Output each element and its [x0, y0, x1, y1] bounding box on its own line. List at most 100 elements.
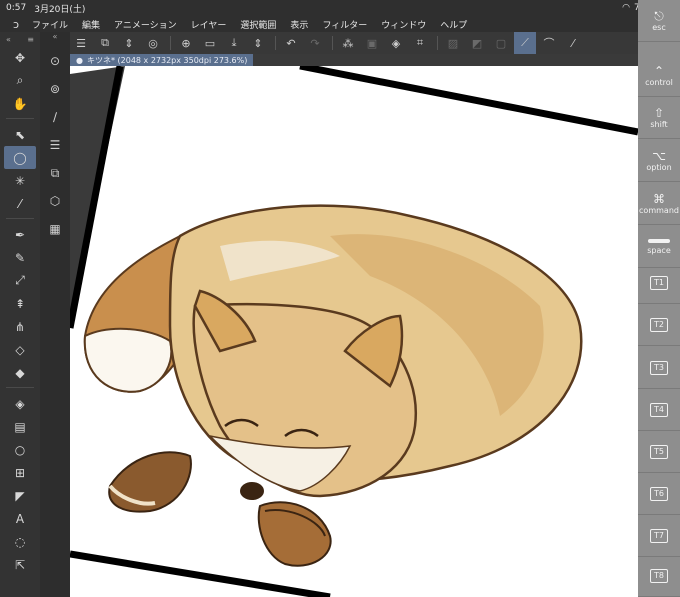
- space-key-label: space: [647, 245, 671, 255]
- fox-nose: [240, 482, 264, 500]
- divider: [6, 215, 34, 219]
- fox-paw-right: [257, 501, 332, 567]
- updown-icon[interactable]: ⇕: [118, 32, 140, 54]
- fill-selection-icon[interactable]: ◈: [385, 32, 407, 54]
- zoom-icon[interactable]: ⌕: [4, 69, 36, 92]
- updown-icon[interactable]: ⇕: [247, 32, 269, 54]
- navigator-icon[interactable]: ⊙: [42, 48, 68, 74]
- balloon-icon[interactable]: ◌: [4, 530, 36, 553]
- sub-tool-collapse[interactable]: «: [40, 32, 70, 46]
- app-logo-icon[interactable]: ↄ: [0, 18, 32, 31]
- close-icon[interactable]: ●: [76, 56, 83, 65]
- blend-icon[interactable]: ◆: [4, 361, 36, 384]
- gradient-icon[interactable]: ▤: [4, 415, 36, 438]
- airbrush-icon[interactable]: ⇞: [4, 292, 36, 315]
- t6-key[interactable]: T6: [638, 473, 680, 515]
- sub-tool-brush-icon[interactable]: ∕: [42, 104, 68, 130]
- brush-icon[interactable]: ⤢: [4, 269, 36, 292]
- t2-key-label: T2: [650, 317, 668, 332]
- menu-animation[interactable]: アニメーション: [114, 18, 177, 31]
- stroke-icon[interactable]: ⁄: [562, 32, 584, 54]
- pen-active-icon[interactable]: ⟋: [514, 32, 536, 54]
- command-key[interactable]: ⌘ command: [638, 183, 680, 225]
- control-key[interactable]: ⌃ control: [638, 55, 680, 97]
- correct-line-icon[interactable]: ⇱: [4, 553, 36, 576]
- t7-key[interactable]: T7: [638, 515, 680, 557]
- frame-icon[interactable]: ⊞: [4, 461, 36, 484]
- option-icon: ⌥: [652, 149, 666, 163]
- stabilize-icon[interactable]: ⌒: [538, 32, 560, 54]
- magic-wand-icon[interactable]: ✳: [4, 169, 36, 192]
- clear-icon[interactable]: ▣: [361, 32, 383, 54]
- lasso-icon[interactable]: ◯: [4, 146, 36, 169]
- crop-icon[interactable]: ⌗: [409, 32, 431, 54]
- shape-icon[interactable]: ○: [4, 438, 36, 461]
- layers-icon[interactable]: ⧉: [42, 160, 68, 186]
- document-tab[interactable]: ● キツネ* (2048 x 2732px 350dpi 273.6%): [70, 54, 254, 66]
- save-icon[interactable]: ⤓: [223, 32, 245, 54]
- open-icon[interactable]: ▭: [199, 32, 221, 54]
- menu-help[interactable]: ヘルプ: [440, 18, 467, 31]
- menu-file[interactable]: ファイル: [32, 18, 68, 31]
- t8-key[interactable]: T8: [638, 555, 680, 597]
- sub-tool-layer-icon[interactable]: ☰: [42, 132, 68, 158]
- ruler-toggle-icon[interactable]: ◩: [466, 32, 488, 54]
- menu-bar: ↄ ファイル 編集 アニメーション レイヤー 選択範囲 表示 フィルター ウィン…: [0, 16, 638, 32]
- divider: [6, 115, 34, 119]
- new-icon[interactable]: ⊕: [175, 32, 197, 54]
- t8-key-label: T8: [650, 568, 668, 583]
- command-key-label: command: [639, 206, 679, 215]
- document-tab-strip: ● キツネ* (2048 x 2732px 350dpi 273.6%): [70, 54, 638, 66]
- canvas-artwork: [70, 66, 638, 597]
- transform-icon[interactable]: ⁂: [337, 32, 359, 54]
- text-icon[interactable]: A: [4, 507, 36, 530]
- move-icon[interactable]: ✥: [4, 46, 36, 69]
- edit-icon[interactable]: ⧉: [94, 32, 116, 54]
- edge-keyboard-panel: ⎋ esc ⌃ control ⇧ shift ⌥ option ⌘ comma…: [638, 0, 680, 597]
- status-bar: 0:57 3月20日(土) ◠ 73%: [0, 0, 680, 16]
- menu-selection[interactable]: 選択範囲: [240, 18, 276, 31]
- divider: [437, 36, 438, 50]
- undo-icon[interactable]: ↶: [280, 32, 302, 54]
- control-key-label: control: [645, 78, 673, 87]
- status-time: 0:57: [6, 3, 27, 13]
- fox-tail-tip: [83, 327, 173, 393]
- space-bar-icon: [648, 238, 670, 243]
- menu-window[interactable]: ウィンドウ: [381, 18, 426, 31]
- grid-icon[interactable]: ▨: [442, 32, 464, 54]
- menu-filter[interactable]: フィルター: [322, 18, 367, 31]
- t5-key-label: T5: [650, 444, 668, 459]
- eyedropper-icon[interactable]: ⁄: [4, 192, 36, 215]
- status-date: 3月20日(土): [34, 4, 86, 15]
- redo-icon[interactable]: ↷: [304, 32, 326, 54]
- tool-palette-collapse[interactable]: «≡: [0, 32, 40, 46]
- pencil-icon[interactable]: ✎: [4, 246, 36, 269]
- menu-layer[interactable]: レイヤー: [191, 18, 227, 31]
- snap-icon[interactable]: ▢: [490, 32, 512, 54]
- t2-key[interactable]: T2: [638, 304, 680, 346]
- sub-tool-lasso-icon[interactable]: ⊚: [42, 76, 68, 102]
- menu-view[interactable]: 表示: [290, 18, 308, 31]
- decoration-icon[interactable]: ⋔: [4, 315, 36, 338]
- option-key[interactable]: ⌥ option: [638, 140, 680, 182]
- layer-property-icon[interactable]: ⬡: [42, 188, 68, 214]
- fill-icon[interactable]: ◈: [4, 392, 36, 415]
- t3-key[interactable]: T3: [638, 347, 680, 389]
- t5-key[interactable]: T5: [638, 431, 680, 473]
- ruler-icon[interactable]: ◤: [4, 484, 36, 507]
- command-icon: ⌘: [653, 192, 665, 206]
- pen-icon[interactable]: ✒: [4, 223, 36, 246]
- menu-edit[interactable]: 編集: [82, 18, 100, 31]
- target-icon[interactable]: ◎: [142, 32, 164, 54]
- shift-key[interactable]: ⇧ shift: [638, 97, 680, 139]
- canvas[interactable]: [70, 66, 638, 597]
- t1-key[interactable]: T1: [638, 262, 680, 304]
- eraser-icon[interactable]: ◇: [4, 338, 36, 361]
- t4-key[interactable]: T4: [638, 389, 680, 431]
- hand-icon[interactable]: ✋: [4, 92, 36, 115]
- esc-key[interactable]: ⎋ esc: [638, 0, 680, 42]
- control-icon: ⌃: [653, 64, 665, 78]
- material-icon[interactable]: ▦: [42, 216, 68, 242]
- menu-icon[interactable]: ☰: [70, 32, 92, 54]
- object-select-icon[interactable]: ⬉: [4, 123, 36, 146]
